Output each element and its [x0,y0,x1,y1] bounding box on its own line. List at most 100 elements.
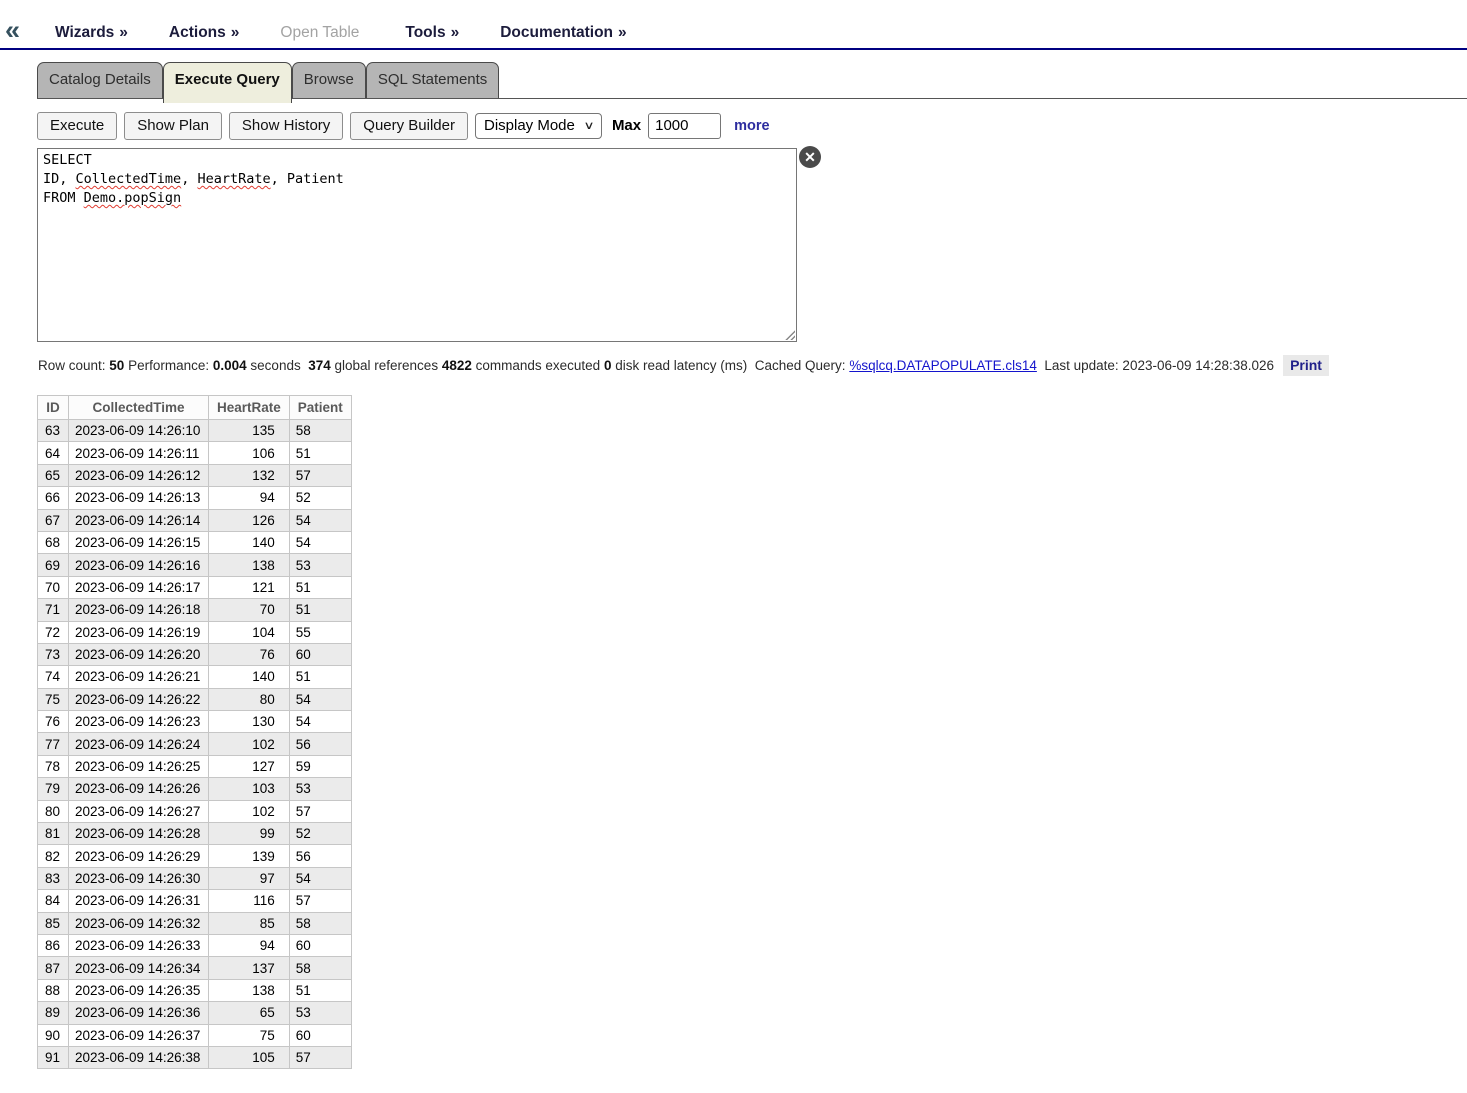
cell-patient: 60 [289,934,351,956]
close-icon[interactable]: ✕ [799,146,821,168]
cell-heartrate: 127 [209,755,290,777]
cell-id: 67 [38,509,69,531]
table-row: 822023-06-09 14:26:2913956 [38,845,352,867]
cell-patient: 52 [289,487,351,509]
show-history-button[interactable]: Show History [229,112,343,140]
cell-heartrate: 140 [209,531,290,553]
cell-collectedtime: 2023-06-09 14:26:25 [69,755,209,777]
table-row: 752023-06-09 14:26:228054 [38,688,352,710]
cell-patient: 58 [289,420,351,442]
more-link[interactable]: more [734,118,769,134]
menu-item-documentation[interactable]: Documentation» [500,24,626,42]
results-table: IDCollectedTimeHeartRatePatient 632023-0… [37,395,352,1069]
cell-patient: 54 [289,688,351,710]
table-row: 662023-06-09 14:26:139452 [38,487,352,509]
tab-execute-query[interactable]: Execute Query [163,62,292,103]
cell-collectedtime: 2023-06-09 14:26:35 [69,979,209,1001]
table-row: 812023-06-09 14:26:289952 [38,823,352,845]
cell-patient: 51 [289,666,351,688]
tab-label: Catalog Details [49,71,151,88]
display-mode-select[interactable]: Display Mode ∨ [475,113,602,139]
menu-item-actions[interactable]: Actions» [169,24,239,42]
cached-query-link[interactable]: %sqlcq.DATAPOPULATE.cls14 [849,358,1037,373]
cell-heartrate: 103 [209,778,290,800]
cell-heartrate: 139 [209,845,290,867]
cell-patient: 54 [289,867,351,889]
menu-item-open-table: Open Table [280,24,364,42]
menu-item-label: Wizards [55,24,114,41]
cell-patient: 53 [289,778,351,800]
cell-collectedtime: 2023-06-09 14:26:38 [69,1046,209,1068]
cell-collectedtime: 2023-06-09 14:26:36 [69,1002,209,1024]
sql-line: ID, CollectedTime, HeartRate, Patient [43,170,791,189]
tab-label: SQL Statements [378,71,488,88]
print-button[interactable]: Print [1283,355,1329,376]
tab-catalog-details[interactable]: Catalog Details [37,62,163,98]
menu-item-label: Actions [169,24,226,41]
cell-patient: 58 [289,957,351,979]
cell-patient: 55 [289,621,351,643]
table-row: 832023-06-09 14:26:309754 [38,867,352,889]
tab-label: Execute Query [175,71,280,88]
table-row: 632023-06-09 14:26:1013558 [38,420,352,442]
column-header-id: ID [38,396,69,420]
cell-heartrate: 132 [209,464,290,486]
cell-id: 80 [38,800,69,822]
collapse-menu-icon[interactable]: « [5,17,20,44]
cell-collectedtime: 2023-06-09 14:26:22 [69,688,209,710]
cell-collectedtime: 2023-06-09 14:26:19 [69,621,209,643]
table-row: 912023-06-09 14:26:3810557 [38,1046,352,1068]
cell-heartrate: 97 [209,867,290,889]
sql-query-textarea[interactable]: SELECTID, CollectedTime, HeartRate, Pati… [37,148,797,342]
menu-item-tools[interactable]: Tools» [405,24,459,42]
execute-button[interactable]: Execute [37,112,117,140]
cell-patient: 51 [289,599,351,621]
max-rows-input[interactable] [648,113,721,139]
cell-collectedtime: 2023-06-09 14:26:13 [69,487,209,509]
cell-patient: 53 [289,1002,351,1024]
menu-item-wizards[interactable]: Wizards» [55,24,128,42]
cell-heartrate: 140 [209,666,290,688]
cell-patient: 57 [289,800,351,822]
table-row: 872023-06-09 14:26:3413758 [38,957,352,979]
tab-label: Browse [304,71,354,88]
cell-collectedtime: 2023-06-09 14:26:27 [69,800,209,822]
cell-id: 70 [38,576,69,598]
cell-patient: 51 [289,979,351,1001]
table-row: 842023-06-09 14:26:3111657 [38,890,352,912]
cell-heartrate: 85 [209,912,290,934]
tab-sql-statements[interactable]: SQL Statements [366,62,500,98]
cell-id: 91 [38,1046,69,1068]
table-row: 802023-06-09 14:26:2710257 [38,800,352,822]
cell-id: 73 [38,643,69,665]
cell-collectedtime: 2023-06-09 14:26:32 [69,912,209,934]
toolbar-buttons: ExecuteShow PlanShow HistoryQuery Builde… [37,112,468,140]
cell-patient: 59 [289,755,351,777]
cell-collectedtime: 2023-06-09 14:26:28 [69,823,209,845]
misspelled-token: HeartRate [197,171,270,187]
display-mode-value: Display Mode [484,117,575,134]
sql-editor-area: SELECTID, CollectedTime, HeartRate, Pati… [37,148,857,342]
table-row: 772023-06-09 14:26:2410256 [38,733,352,755]
cell-patient: 56 [289,733,351,755]
table-row: 862023-06-09 14:26:339460 [38,934,352,956]
tab-browse[interactable]: Browse [292,62,366,98]
query-toolbar: ExecuteShow PlanShow HistoryQuery Builde… [37,111,1467,140]
cell-patient: 54 [289,509,351,531]
cell-heartrate: 76 [209,643,290,665]
cell-id: 86 [38,934,69,956]
double-arrow-icon: » [618,24,627,41]
cell-heartrate: 94 [209,934,290,956]
table-row: 732023-06-09 14:26:207660 [38,643,352,665]
show-plan-button[interactable]: Show Plan [124,112,222,140]
cell-heartrate: 104 [209,621,290,643]
cell-id: 79 [38,778,69,800]
column-header-heartrate: HeartRate [209,396,290,420]
cell-collectedtime: 2023-06-09 14:26:24 [69,733,209,755]
cell-heartrate: 126 [209,509,290,531]
query-builder-button[interactable]: Query Builder [350,112,468,140]
menu-item-label: Tools [405,24,445,41]
results-table-body: 632023-06-09 14:26:1013558642023-06-09 1… [38,420,352,1069]
cell-collectedtime: 2023-06-09 14:26:14 [69,509,209,531]
cell-id: 82 [38,845,69,867]
